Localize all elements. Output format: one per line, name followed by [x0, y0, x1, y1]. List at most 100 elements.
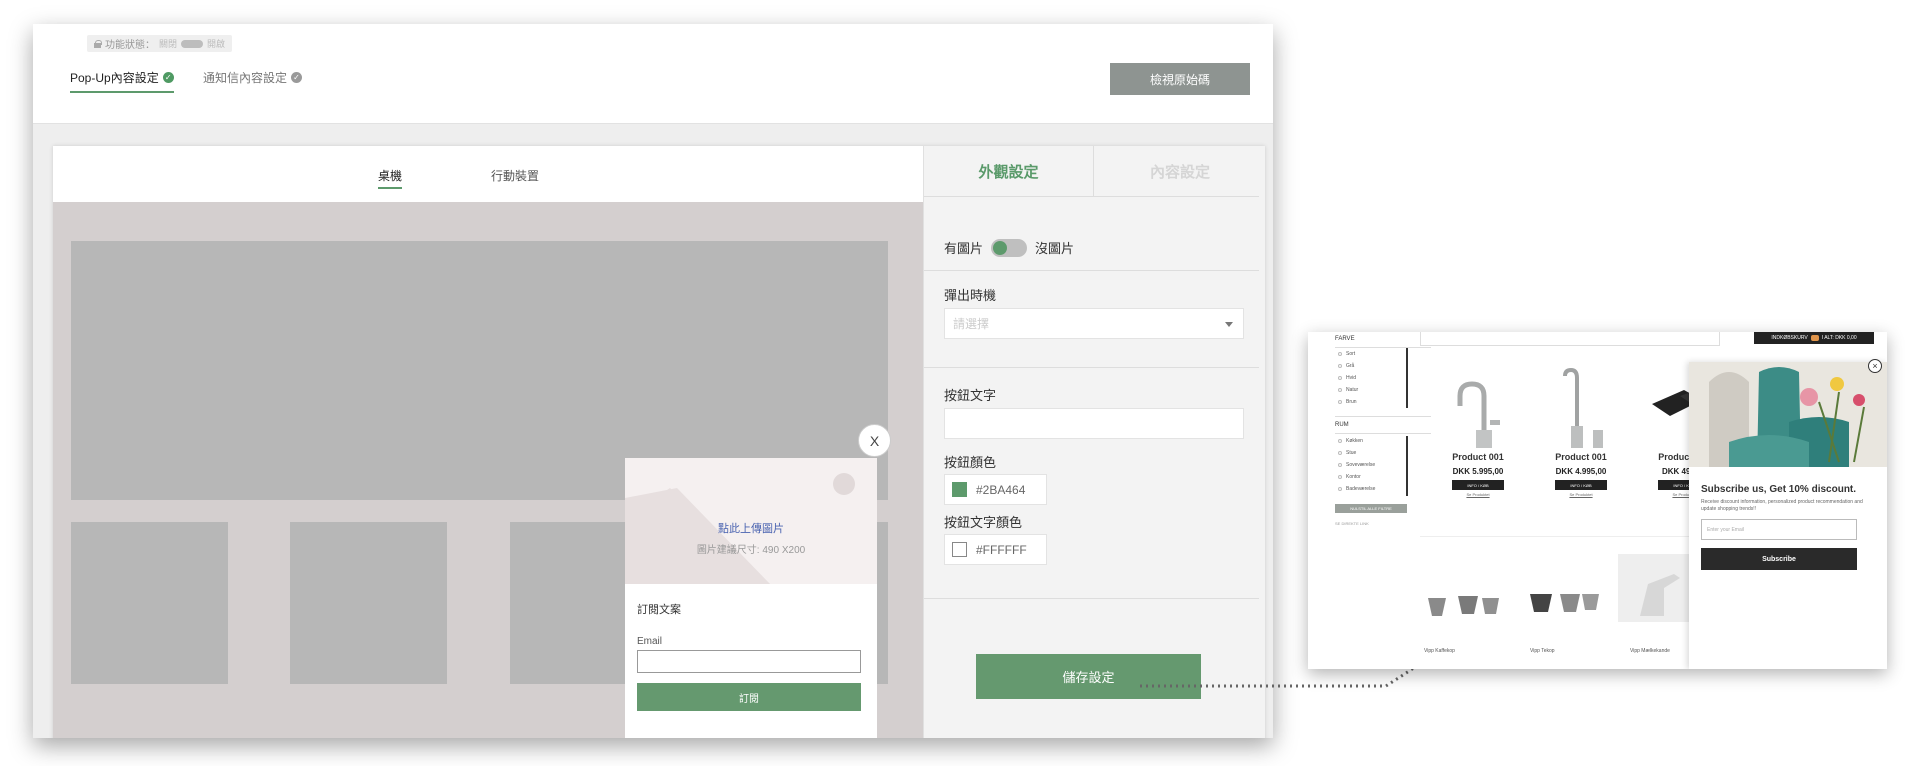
- product-link[interactable]: Se Produktet: [1438, 492, 1518, 497]
- filter-option[interactable]: Kontor: [1338, 474, 1361, 480]
- timing-label: 彈出時機: [944, 288, 997, 303]
- filter-scrollbar[interactable]: [1406, 436, 1408, 496]
- email-input[interactable]: [637, 650, 861, 673]
- product-name: Product 001: [1555, 452, 1607, 462]
- filter-option[interactable]: Hvid: [1338, 375, 1356, 381]
- product-card[interactable]: Product 001 DKK 4.995,00 INFO / KØB Se P…: [1541, 360, 1621, 497]
- cart-label: INDKØBSKURV: [1771, 335, 1808, 341]
- product-label: Vipp Kaffekop: [1424, 648, 1455, 654]
- subscribe-popup: Subscribe us, Get 10% discount. Receive …: [1689, 362, 1887, 669]
- popup-title[interactable]: 訂閱文案: [637, 601, 681, 617]
- filter-option-label: Kontor: [1346, 474, 1361, 480]
- feature-status-label: 功能狀態：: [105, 40, 155, 51]
- image-toggle[interactable]: [991, 238, 1028, 257]
- button-text-label: 按鈕文字: [944, 388, 997, 403]
- cart-bar[interactable]: INDKØBSKURV I ALT: DKK 0,00: [1754, 332, 1874, 344]
- color-swatch[interactable]: [952, 542, 967, 557]
- info-buy-button[interactable]: INFO / KØB: [1452, 480, 1504, 490]
- filter-option[interactable]: Soveværelse: [1338, 462, 1375, 468]
- storefront-preview: INDKØBSKURV I ALT: DKK 0,00 FARVE Sort G…: [1308, 332, 1887, 669]
- radio-icon: [1338, 400, 1342, 404]
- product-name: Product 001: [1452, 452, 1504, 462]
- cart-total: I ALT: DKK 0,00: [1821, 335, 1857, 341]
- filter-option[interactable]: Sort: [1338, 351, 1355, 357]
- direct-link[interactable]: SE DIREKTE LINK: [1335, 521, 1369, 526]
- tab-notification-email-label: 通知信內容設定: [203, 71, 288, 85]
- subscribe-popup-desc: Receive discount information, personaliz…: [1701, 499, 1863, 512]
- product-price: DKK 5.995,00: [1452, 467, 1504, 476]
- button-color-field[interactable]: #2BA464: [944, 474, 1047, 505]
- divider: [1335, 433, 1431, 434]
- filter-color-heading: FARVE: [1335, 336, 1355, 342]
- product-price: DKK 4.995,00: [1555, 467, 1607, 476]
- filter-option-label: Brun: [1346, 399, 1357, 405]
- lock-icon: [94, 39, 102, 48]
- tab-notification-email[interactable]: 通知信內容設定 ✓: [203, 69, 303, 91]
- filter-option[interactable]: Køkken: [1338, 438, 1363, 444]
- subscribe-button[interactable]: 訂閱: [637, 683, 861, 711]
- filter-option-label: Sort: [1346, 351, 1356, 357]
- subscribe-popup-title: Subscribe us, Get 10% discount.: [1701, 484, 1857, 495]
- popup-image-upload[interactable]: 點此上傳圖片 圖片建議尺寸: 490 X200: [625, 458, 877, 584]
- button-text-color-label: 按鈕文字顏色: [944, 515, 1023, 530]
- filter-option-label: Natur: [1346, 387, 1359, 393]
- filter-option-label: Grå: [1346, 363, 1355, 369]
- reset-filters-button[interactable]: NULSTIL ALLE FILTRE: [1335, 504, 1407, 513]
- timing-select-value: 請選擇: [953, 317, 990, 331]
- divider: [924, 196, 1259, 197]
- popup-close-button[interactable]: X: [858, 424, 891, 457]
- placeholder-block: [290, 522, 447, 684]
- search-bar[interactable]: [1420, 332, 1720, 346]
- button-text-input[interactable]: [944, 408, 1244, 439]
- tab-popup-content-label: Pop-Up內容設定: [70, 71, 159, 85]
- view-source-button[interactable]: 檢視原始碼: [1110, 63, 1250, 95]
- button-text-color-field[interactable]: #FFFFFF: [944, 534, 1047, 565]
- radio-icon: [1338, 439, 1342, 443]
- status-toggle[interactable]: [181, 39, 204, 48]
- subscribe-popup-button[interactable]: Subscribe: [1701, 548, 1857, 570]
- editor-card: 桌機 行動裝置 X 點此上傳圖片 圖片建議尺寸: 490 X200 訂閱文案 E…: [53, 146, 1265, 738]
- close-icon[interactable]: ×: [1868, 359, 1882, 373]
- feature-status: 功能狀態： 關閉 開啟: [87, 35, 233, 52]
- subscribe-email-input[interactable]: Enter your Email: [1701, 519, 1857, 540]
- product-card[interactable]: Product 001 DKK 5.995,00 INFO / KØB Se P…: [1438, 360, 1518, 497]
- tab-mobile[interactable]: 行動裝置: [491, 167, 539, 187]
- tab-content[interactable]: 內容設定: [1094, 146, 1266, 196]
- filter-option[interactable]: Natur: [1338, 387, 1358, 393]
- tab-desktop[interactable]: 桌機: [378, 167, 403, 189]
- product-link[interactable]: Se Produktet: [1541, 492, 1621, 497]
- product-label: Vipp Tekop: [1530, 648, 1555, 654]
- tab-appearance[interactable]: 外觀設定: [924, 146, 1094, 196]
- email-label: Email: [637, 636, 663, 647]
- save-settings-button[interactable]: 儲存設定: [976, 654, 1201, 699]
- preview-device-tabs: 桌機 行動裝置: [53, 146, 923, 202]
- filter-option[interactable]: Grå: [1338, 363, 1354, 369]
- tab-popup-content[interactable]: Pop-Up內容設定 ✓: [70, 69, 174, 93]
- upload-size-hint: 圖片建議尺寸: 490 X200: [696, 545, 806, 556]
- filter-option[interactable]: Brun: [1338, 399, 1357, 405]
- status-off-option[interactable]: 關閉: [159, 37, 177, 50]
- info-buy-button[interactable]: INFO / KØB: [1555, 480, 1607, 490]
- chevron-down-icon: [1225, 322, 1233, 327]
- status-on-option[interactable]: 開啟: [207, 37, 225, 50]
- divider: [924, 367, 1259, 368]
- filter-option-label: Badeværelse: [1346, 486, 1376, 492]
- image-toggle-row: 有圖片 沒圖片: [944, 238, 1074, 257]
- popup-settings-window: 功能狀態： 關閉 開啟 Pop-Up內容設定 ✓ 通知信內容設定 ✓ 檢視原始碼…: [33, 24, 1273, 738]
- divider: [1335, 416, 1431, 417]
- upload-image-link[interactable]: 點此上傳圖片: [625, 520, 877, 536]
- color-swatch[interactable]: [952, 482, 967, 497]
- button-text-color-value: #FFFFFF: [976, 542, 1027, 557]
- radio-icon: [1338, 475, 1342, 479]
- radio-icon: [1338, 364, 1342, 368]
- timing-select[interactable]: 請選擇: [944, 308, 1244, 339]
- cups-image: [1428, 554, 1690, 622]
- filter-option-label: Stue: [1346, 450, 1357, 456]
- filter-scrollbar[interactable]: [1406, 348, 1408, 408]
- filter-option[interactable]: Badeværelse: [1338, 486, 1375, 492]
- filter-option[interactable]: Stue: [1338, 450, 1356, 456]
- radio-icon: [1338, 451, 1342, 455]
- check-circle-icon: ✓: [162, 72, 174, 83]
- settings-panel: 外觀設定 內容設定 有圖片 沒圖片 彈出時機 請選擇 按鈕文字 按鈕顏色 #2B…: [923, 146, 1265, 738]
- placeholder-block: [71, 522, 228, 684]
